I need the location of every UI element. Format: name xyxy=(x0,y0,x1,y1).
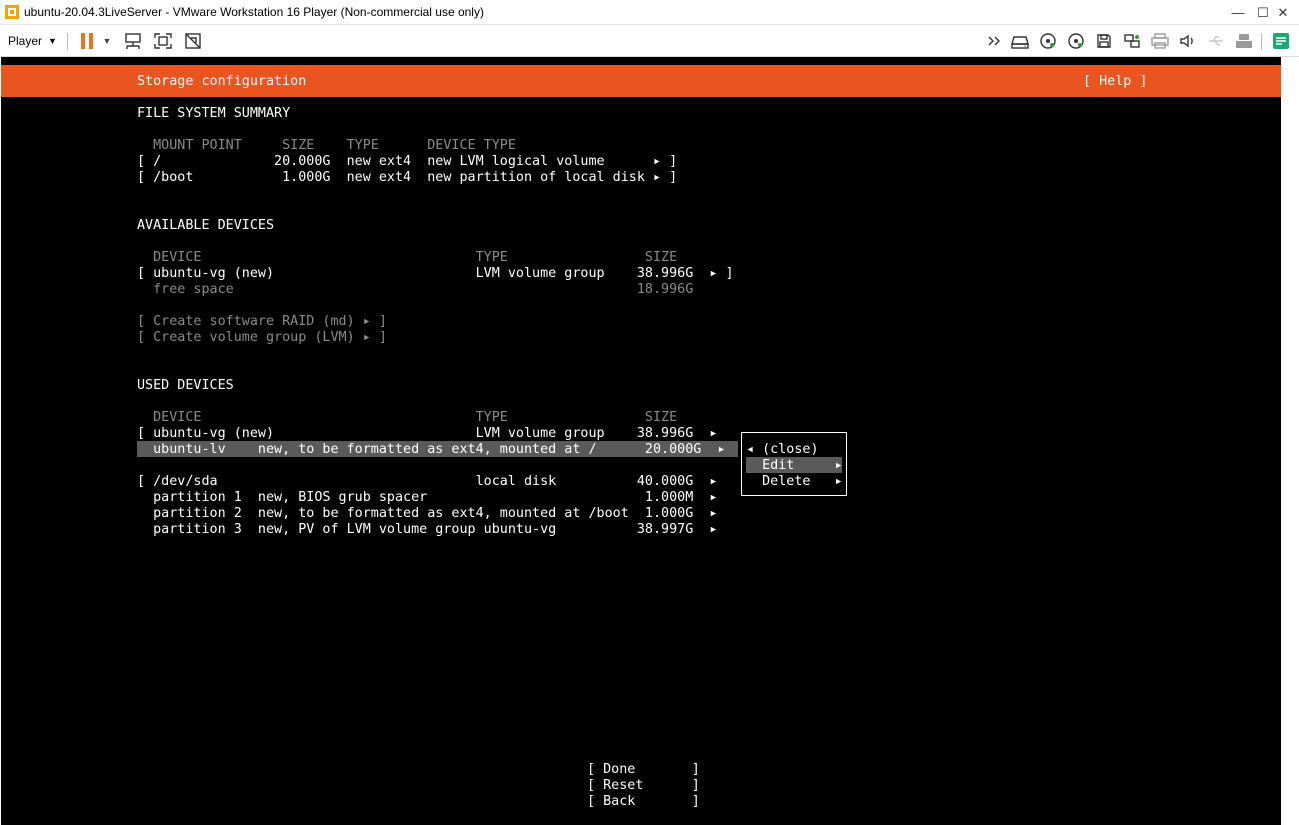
done-button[interactable]: [ Done ] xyxy=(587,762,700,778)
window-right-edge xyxy=(1281,57,1299,825)
unity-button[interactable] xyxy=(182,30,204,52)
pause-options-chevron[interactable]: ▼ xyxy=(100,30,114,52)
fs-row-boot[interactable]: [ /boot 1.000G new ext4 new partition of… xyxy=(137,170,677,186)
hard-disk-device-button[interactable] xyxy=(1009,30,1031,52)
used-devices-title: USED DEVICES xyxy=(137,378,234,393)
used-device-partition-3[interactable]: partition 3 new, PV of LVM volume group … xyxy=(137,522,717,538)
close-button[interactable]: ✕ xyxy=(1266,0,1299,25)
speaker-icon xyxy=(1180,34,1193,48)
toolbar-divider xyxy=(1261,33,1262,50)
player-menu-label: Player xyxy=(8,34,43,48)
printer-device-button[interactable] xyxy=(1149,30,1171,52)
used-device-partition-1[interactable]: partition 1 new, BIOS grub spacer 1.000M… xyxy=(137,490,717,506)
more-devices-button[interactable] xyxy=(984,30,1006,52)
usb-icon xyxy=(1209,36,1223,46)
display-icon xyxy=(1236,34,1252,48)
back-button[interactable]: [ Back ] xyxy=(587,794,700,810)
create-raid-button[interactable]: [ Create software RAID (md) ▸ ] xyxy=(137,314,387,330)
used-device-ubuntu-vg[interactable]: [ ubuntu-vg (new) LVM volume group 38.99… xyxy=(137,426,717,442)
create-volume-group-button[interactable]: [ Create volume group (LVM) ▸ ] xyxy=(137,330,387,346)
menu-item-edit[interactable]: Edit ▸ xyxy=(746,458,843,474)
vmware-app-icon xyxy=(5,5,19,19)
player-menu-button[interactable]: Player ▼ xyxy=(8,30,60,52)
cd-dvd-2-device-button[interactable] xyxy=(1065,30,1087,52)
fullscreen-icon xyxy=(154,33,172,49)
network-adapter-icon xyxy=(1124,34,1140,48)
toolbar-divider xyxy=(67,33,68,50)
menu-item-delete[interactable]: Delete ▸ xyxy=(746,474,843,490)
used-device-sda[interactable]: [ /dev/sda local disk 40.000G ▸ xyxy=(137,474,717,490)
usb-device-button[interactable] xyxy=(1205,30,1227,52)
available-device-ubuntu-vg[interactable]: [ ubuntu-vg (new) LVM volume group 38.99… xyxy=(137,266,734,282)
fit-guest-button[interactable] xyxy=(152,30,174,52)
send-ctrl-alt-del-button[interactable] xyxy=(122,30,144,52)
unity-mode-icon xyxy=(185,33,201,49)
double-chevron-right-icon xyxy=(988,36,1000,46)
chevron-down-icon: ▼ xyxy=(48,36,57,46)
fs-summary-title: FILE SYSTEM SUMMARY xyxy=(137,106,291,121)
player-toolbar: Player ▼ ▼ xyxy=(0,25,1299,57)
hard-disk-icon xyxy=(1011,36,1029,49)
network-computer-icon xyxy=(125,33,141,49)
available-free-space: free space 18.996G xyxy=(137,282,694,297)
available-devices-header: DEVICE TYPE SIZE xyxy=(137,250,678,265)
available-devices-title: AVAILABLE DEVICES xyxy=(137,218,275,233)
window-title: ubuntu-20.04.3LiveServer - VMware Workst… xyxy=(24,5,484,19)
sound-card-device-button[interactable] xyxy=(1177,30,1199,52)
printer-icon xyxy=(1151,33,1169,49)
cd-icon xyxy=(1068,33,1084,49)
cd-dvd-device-button[interactable] xyxy=(1037,30,1059,52)
used-device-partition-2[interactable]: partition 2 new, to be formatted as ext4… xyxy=(137,506,717,522)
pause-button[interactable] xyxy=(76,30,98,52)
fs-row-root[interactable]: [ / 20.000G new ext4 new LVM logical vol… xyxy=(137,154,677,170)
reset-button[interactable]: [ Reset ] xyxy=(587,778,700,794)
message-log-button[interactable] xyxy=(1270,30,1292,52)
help-button[interactable]: [ Help ] xyxy=(1083,74,1148,90)
network-adapter-device-button[interactable] xyxy=(1121,30,1143,52)
cd-icon xyxy=(1040,33,1056,49)
used-device-ubuntu-lv[interactable]: ubuntu-lv new, to be formatted as ext4, … xyxy=(137,442,725,458)
installer-header-title: Storage configuration xyxy=(137,74,307,89)
floppy-device-button[interactable] xyxy=(1093,30,1115,52)
used-devices-header: DEVICE TYPE SIZE xyxy=(137,410,678,425)
vm-console[interactable]: Storage configuration [ Help ] FILE SYST… xyxy=(1,57,1281,825)
window-titlebar: ubuntu-20.04.3LiveServer - VMware Workst… xyxy=(0,0,1299,25)
display-device-button[interactable] xyxy=(1233,30,1255,52)
floppy-disk-icon xyxy=(1097,34,1111,48)
fs-summary-header: MOUNT POINT SIZE TYPE DEVICE TYPE xyxy=(137,138,516,153)
message-log-icon xyxy=(1273,33,1289,49)
menu-item-close[interactable]: ◂ (close) xyxy=(746,442,819,458)
pause-icon xyxy=(81,33,93,49)
